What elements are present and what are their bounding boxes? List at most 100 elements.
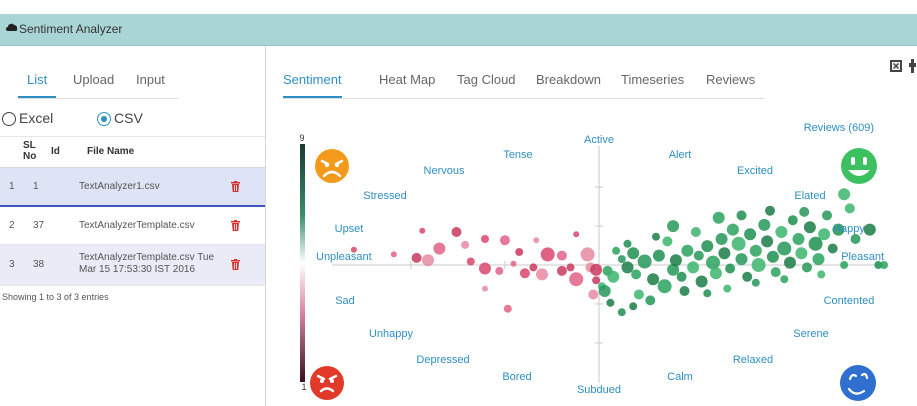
tab-breakdown[interactable]: Breakdown (536, 72, 601, 87)
scatter-point[interactable] (844, 203, 855, 214)
scatter-point[interactable] (652, 232, 660, 241)
scatter-point[interactable] (758, 218, 771, 231)
export-excel-icon[interactable] (890, 59, 917, 73)
scatter-point[interactable] (709, 267, 722, 280)
scatter-point[interactable] (657, 279, 672, 294)
scatter-point[interactable] (690, 227, 701, 237)
scatter-point[interactable] (479, 262, 491, 275)
scatter-point[interactable] (461, 240, 470, 249)
scatter-point[interactable] (735, 253, 748, 266)
scatter-point[interactable] (792, 233, 805, 245)
scatter-point[interactable] (612, 246, 621, 255)
scatter-point[interactable] (466, 257, 475, 266)
scatter-point[interactable] (765, 205, 775, 216)
scatter-point[interactable] (598, 285, 611, 297)
scatter-point[interactable] (736, 210, 747, 221)
radio-excel[interactable]: Excel (2, 110, 53, 126)
scatter-point[interactable] (695, 275, 708, 288)
scatter-point[interactable] (419, 227, 426, 234)
scatter-point[interactable] (812, 253, 825, 266)
scatter-point[interactable] (533, 237, 540, 244)
scatter-point[interactable] (802, 262, 812, 273)
tab-input[interactable]: Input (136, 72, 165, 87)
scatter-point[interactable] (766, 250, 779, 263)
delete-icon[interactable] (231, 259, 240, 270)
table-row[interactable]: 2 37 TextAnalyzerTemplate.csv (0, 207, 265, 245)
tab-timeseries[interactable]: Timeseries (621, 72, 684, 87)
scatter-point[interactable] (510, 260, 517, 267)
scatter-point[interactable] (784, 256, 796, 269)
scatter-point[interactable] (637, 254, 652, 269)
scatter-point[interactable] (536, 268, 548, 281)
scatter-point[interactable] (726, 223, 739, 236)
radio-csv[interactable]: CSV (97, 110, 143, 126)
scatter-point[interactable] (645, 295, 656, 306)
tab-heat-map[interactable]: Heat Map (379, 72, 435, 87)
scatter-point[interactable] (775, 226, 788, 238)
scatter-point[interactable] (817, 270, 826, 279)
scatter-point[interactable] (573, 231, 580, 238)
scatter-point[interactable] (712, 211, 725, 224)
table-row[interactable]: 1 1 TextAnalyzer1.csv (0, 168, 265, 207)
scatter-point[interactable] (701, 240, 714, 253)
scatter-point[interactable] (621, 261, 634, 274)
scatter-point[interactable] (718, 247, 731, 260)
scatter-point[interactable] (751, 278, 760, 287)
scatter-point[interactable] (742, 271, 753, 282)
scatter-point[interactable] (411, 252, 422, 263)
scatter-point[interactable] (451, 227, 462, 237)
scatter-point[interactable] (780, 275, 789, 284)
scatter-point[interactable] (822, 210, 832, 221)
scatter-point[interactable] (623, 239, 632, 248)
scatter-point[interactable] (519, 268, 530, 279)
scatter-point[interactable] (629, 302, 638, 311)
scatter-point[interactable] (540, 247, 555, 262)
scatter-point[interactable] (499, 235, 510, 246)
scatter-point[interactable] (592, 276, 601, 285)
scatter-point[interactable] (566, 263, 575, 272)
scatter-point[interactable] (495, 266, 504, 275)
scatter-point[interactable] (631, 269, 642, 280)
scatter-point[interactable] (715, 233, 728, 245)
scatter-point[interactable] (515, 248, 524, 256)
scatter-point[interactable] (529, 263, 538, 272)
scatter-point[interactable] (787, 215, 798, 226)
scatter-point[interactable] (503, 304, 512, 313)
scatter-point[interactable] (556, 265, 567, 276)
scatter-point[interactable] (667, 220, 680, 233)
scatter-point[interactable] (569, 272, 584, 287)
delete-icon[interactable] (231, 181, 240, 192)
scatter-point[interactable] (390, 251, 397, 258)
scatter-point[interactable] (725, 263, 736, 274)
scatter-point[interactable] (687, 261, 700, 274)
scatter-point[interactable] (818, 228, 831, 241)
scatter-point[interactable] (863, 223, 876, 236)
tab-list[interactable]: List (17, 72, 57, 98)
scatter-point[interactable] (706, 255, 720, 270)
scatter-point[interactable] (433, 242, 446, 255)
scatter-point[interactable] (580, 247, 595, 262)
scatter-point[interactable] (803, 221, 816, 234)
scatter-point[interactable] (607, 270, 620, 283)
scatter-point[interactable] (662, 236, 673, 247)
tab-upload[interactable]: Upload (73, 72, 114, 87)
scatter-point[interactable] (676, 271, 687, 282)
scatter-point[interactable] (627, 247, 640, 260)
scatter-point[interactable] (799, 206, 810, 217)
tab-sentiment[interactable]: Sentiment (283, 72, 342, 98)
scatter-point[interactable] (617, 308, 626, 317)
scatter-point[interactable] (679, 286, 690, 296)
delete-icon[interactable] (231, 220, 240, 231)
scatter-point[interactable] (633, 289, 644, 300)
scatter-point[interactable] (422, 254, 434, 267)
scatter-point[interactable] (723, 284, 732, 293)
scatter-point[interactable] (588, 289, 599, 300)
scatter-point[interactable] (681, 244, 694, 257)
scatter-point[interactable] (770, 267, 781, 278)
scatter-point[interactable] (617, 255, 626, 264)
scatter-point[interactable] (590, 263, 603, 276)
scatter-point[interactable] (703, 289, 712, 298)
scatter-point[interactable] (795, 247, 808, 260)
scatter-point[interactable] (481, 235, 489, 243)
scatter-point[interactable] (761, 235, 774, 248)
